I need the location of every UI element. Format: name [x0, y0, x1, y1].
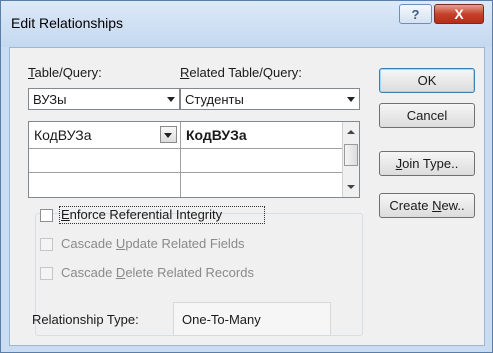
chevron-down-icon: [347, 97, 355, 102]
related-table-query-label: Related Table/Query:: [180, 65, 302, 80]
grid-cell-left-2[interactable]: [29, 149, 181, 173]
scroll-up-icon[interactable]: [347, 130, 355, 134]
related-table-query-select[interactable]: Студенты: [180, 88, 360, 110]
chevron-down-icon[interactable]: [160, 126, 177, 143]
grid-cell-left-3[interactable]: [29, 173, 181, 197]
relationship-type-label: Relationship Type:: [32, 312, 139, 327]
edit-relationships-window: Edit Relationships ? X Table/Query: Rela…: [0, 0, 493, 353]
grid-cell-right-1[interactable]: КодВУЗа: [181, 122, 343, 149]
grid-cell-right-1-text: КодВУЗа: [186, 127, 247, 143]
grid-cell-right-2[interactable]: [181, 149, 343, 173]
chevron-down-icon: [167, 97, 175, 102]
field-mapping-grid: КодВУЗа КодВУЗа: [28, 121, 360, 198]
cascade-delete-checkbox[interactable]: [40, 267, 53, 280]
cancel-button[interactable]: Cancel: [379, 103, 475, 128]
table-query-select[interactable]: ВУЗы: [28, 88, 180, 110]
table-query-value: ВУЗы: [33, 92, 67, 107]
grid-cell-left-1-text: КодВУЗа: [34, 127, 92, 143]
relationship-type-value-box: One-To-Many: [173, 302, 331, 336]
grid-cell-right-3[interactable]: [181, 173, 343, 197]
dialog-body: Table/Query: Related Table/Query: ВУЗы С…: [9, 47, 485, 346]
enforce-integrity-label[interactable]: Enforce Referential Integrity: [61, 207, 222, 222]
enforce-integrity-checkbox[interactable]: [40, 209, 53, 222]
grid-scrollbar[interactable]: [342, 122, 359, 197]
help-button[interactable]: ?: [399, 4, 432, 24]
scroll-down-icon[interactable]: [347, 185, 355, 189]
cascade-update-checkbox[interactable]: [40, 238, 53, 251]
window-title: Edit Relationships: [11, 15, 124, 31]
close-button[interactable]: X: [434, 4, 484, 24]
help-icon: ?: [411, 6, 420, 22]
cascade-update-label: Cascade Update Related Fields: [61, 236, 245, 251]
scroll-thumb[interactable]: [344, 144, 358, 166]
create-new-button[interactable]: Create New..: [379, 193, 475, 218]
table-query-label: Table/Query:: [28, 65, 102, 80]
grid-cell-left-1[interactable]: КодВУЗа: [29, 122, 181, 149]
join-type-button[interactable]: Join Type..: [379, 151, 475, 176]
relationship-type-value: One-To-Many: [182, 312, 261, 327]
title-bar: Edit Relationships ? X: [1, 1, 492, 47]
ok-button[interactable]: OK: [379, 68, 475, 93]
close-icon: X: [454, 6, 464, 22]
cascade-delete-label: Cascade Delete Related Records: [61, 265, 254, 280]
related-table-query-value: Студенты: [185, 92, 244, 107]
